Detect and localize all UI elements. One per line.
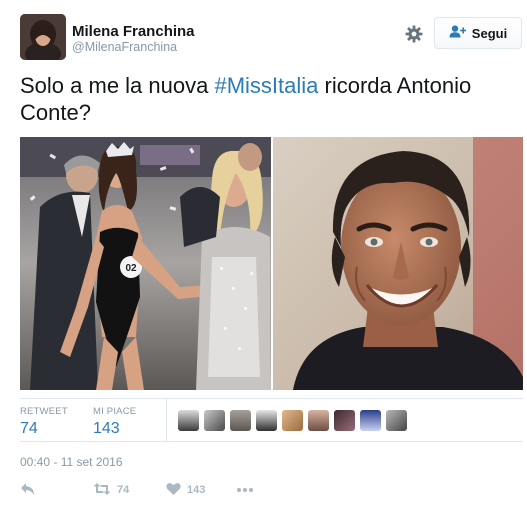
tweet-text-part: Solo a me la nuova (20, 73, 215, 98)
more-icon (236, 484, 254, 496)
likes-stat[interactable]: MI PIACE 143 (93, 406, 136, 438)
photo-antonio-conte[interactable] (273, 137, 523, 390)
liker-avatar[interactable] (282, 410, 303, 431)
engagement-stats: RETWEET 74 MI PIACE 143 (20, 398, 523, 442)
liker-avatar[interactable] (334, 410, 355, 431)
tweet-header: Milena Franchina @MilenaFranchina Segui (20, 14, 522, 60)
reply-button[interactable] (20, 480, 36, 500)
follow-person-plus-icon (449, 25, 466, 41)
avatar[interactable] (20, 14, 66, 60)
like-action-count: 143 (187, 484, 206, 496)
likes-stat-label: MI PIACE (93, 406, 137, 417)
tweet-actions: 74 143 (20, 480, 520, 500)
likes-stat-count: 143 (93, 420, 120, 437)
retweet-stat-count: 74 (20, 420, 38, 437)
svg-text:02: 02 (125, 263, 137, 274)
liker-avatar[interactable] (256, 410, 277, 431)
stats-divider (166, 399, 167, 441)
more-button[interactable] (236, 480, 254, 500)
tweet-text: Solo a me la nuova #MissItalia ricorda A… (20, 72, 520, 126)
liker-avatar[interactable] (178, 410, 199, 431)
hashtag-link[interactable]: #MissItalia (214, 73, 318, 98)
retweet-button[interactable]: 74 (93, 480, 129, 500)
retweet-icon (93, 482, 111, 499)
liker-avatar[interactable] (204, 410, 225, 431)
media-grid: 02 (20, 137, 523, 390)
follow-label: Segui (471, 25, 508, 41)
liker-avatar[interactable] (230, 410, 251, 431)
user-handle[interactable]: @MilenaFranchina (72, 40, 177, 54)
liker-avatar[interactable] (360, 410, 381, 431)
follow-button[interactable]: Segui (434, 17, 522, 49)
reply-icon (20, 482, 36, 499)
heart-icon (166, 482, 181, 499)
photo-miss-italia[interactable]: 02 (20, 137, 271, 390)
user-name[interactable]: Milena Franchina (72, 23, 195, 40)
likers-avatars (178, 410, 407, 431)
liker-avatar[interactable] (386, 410, 407, 431)
retweet-stat-label: RETWEET (20, 406, 68, 417)
tweet-timestamp[interactable]: 00:40 - 11 set 2016 (20, 455, 123, 469)
retweet-stat[interactable]: RETWEET 74 (20, 406, 68, 438)
gear-icon[interactable] (404, 24, 424, 44)
retweet-action-count: 74 (117, 484, 130, 496)
like-button[interactable]: 143 (166, 480, 205, 500)
liker-avatar[interactable] (308, 410, 329, 431)
